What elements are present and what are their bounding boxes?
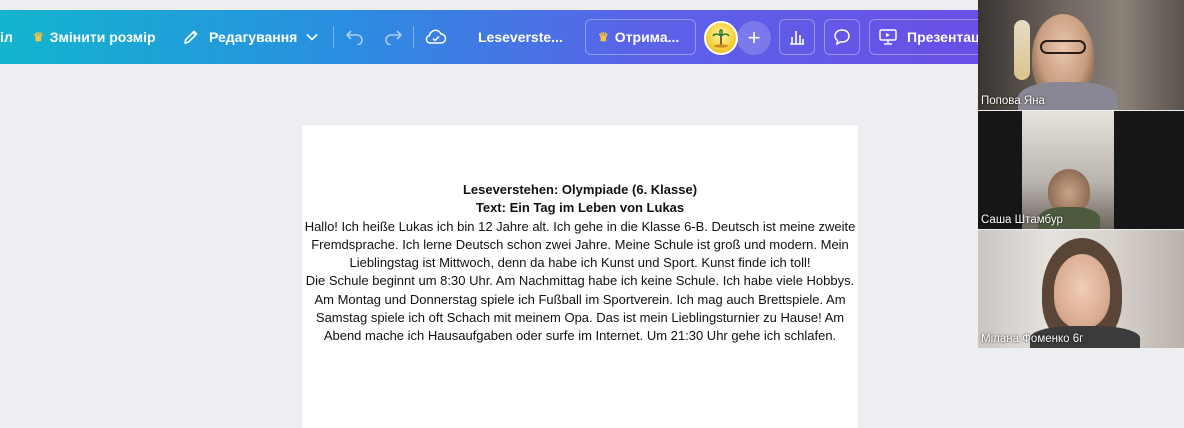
presentation-icon: [878, 28, 898, 46]
redo-button[interactable]: [383, 10, 403, 64]
palm-logo-icon: [712, 29, 730, 48]
participant-video[interactable]: Попова Яна: [978, 0, 1184, 110]
bar-chart-icon: [790, 31, 804, 45]
document-text: Leseverstehen: Olympiade (6. Klasse) Tex…: [302, 181, 858, 346]
toolbar-divider: [333, 26, 334, 48]
save-status-button[interactable]: [425, 10, 447, 64]
participant-silhouette: [1054, 254, 1110, 328]
participant-name: Попова Яна: [981, 95, 1045, 107]
undo-button[interactable]: [345, 10, 365, 64]
resize-button[interactable]: ♛ Змінити розмір: [33, 10, 156, 64]
file-menu-partial[interactable]: іл: [0, 10, 13, 64]
add-collaborator-button[interactable]: +: [737, 21, 771, 55]
app-root: іл ♛ Змінити розмір Редагування Lesevers…: [0, 0, 1184, 428]
lamp-glow: [1014, 20, 1030, 80]
pencil-icon: [182, 28, 200, 46]
document-title-label: Leseverste...: [478, 29, 563, 45]
get-pro-button[interactable]: ♛ Отрима...: [585, 19, 696, 55]
participant-video[interactable]: Мілана Фоменко 6г: [978, 230, 1184, 348]
present-label: Презентац: [907, 29, 980, 45]
resize-label: Змінити розмір: [49, 29, 156, 45]
participant-video[interactable]: Саша Штамбур: [978, 111, 1184, 229]
editor-toolbar: іл ♛ Змінити розмір Редагування Lesevers…: [0, 10, 999, 64]
paragraph-1: Hallo! Ich heiße Lukas ich bin 12 Jahre …: [304, 218, 856, 271]
comments-button[interactable]: [824, 19, 860, 55]
toolbar-divider: [413, 26, 414, 48]
plus-icon: +: [747, 25, 761, 50]
video-panel: Попова Яна Саша Штамбур Мілана Фоменко 6…: [978, 0, 1184, 428]
participant-name: Саша Штамбур: [981, 214, 1063, 226]
crown-icon: ♛: [598, 30, 609, 44]
paragraph-2: Die Schule beginnt um 8:30 Uhr. Am Nachm…: [305, 273, 855, 344]
redo-icon: [385, 30, 403, 45]
edit-menu-button[interactable]: Редагування: [182, 10, 318, 64]
insights-button[interactable]: [779, 19, 815, 55]
document-page[interactable]: Leseverstehen: Olympiade (6. Klasse) Tex…: [302, 125, 858, 428]
document-heading: Leseverstehen: Olympiade (6. Klasse): [462, 182, 698, 197]
get-pro-label: Отрима...: [614, 29, 680, 45]
comment-icon: [834, 29, 850, 46]
participant-name: Мілана Фоменко 6г: [981, 333, 1084, 345]
file-menu-label: іл: [0, 29, 13, 45]
cloud-check-icon: [425, 29, 447, 44]
document-title[interactable]: Leseverste...: [478, 10, 563, 64]
crown-icon: ♛: [33, 30, 44, 44]
glasses-shape: [1040, 40, 1086, 54]
chevron-down-icon: [306, 33, 318, 41]
document-subheading: Text: Ein Tag im Leben von Lukas: [475, 200, 685, 216]
edit-label: Редагування: [209, 29, 298, 45]
undo-icon: [345, 30, 363, 45]
user-avatar[interactable]: [704, 21, 738, 55]
